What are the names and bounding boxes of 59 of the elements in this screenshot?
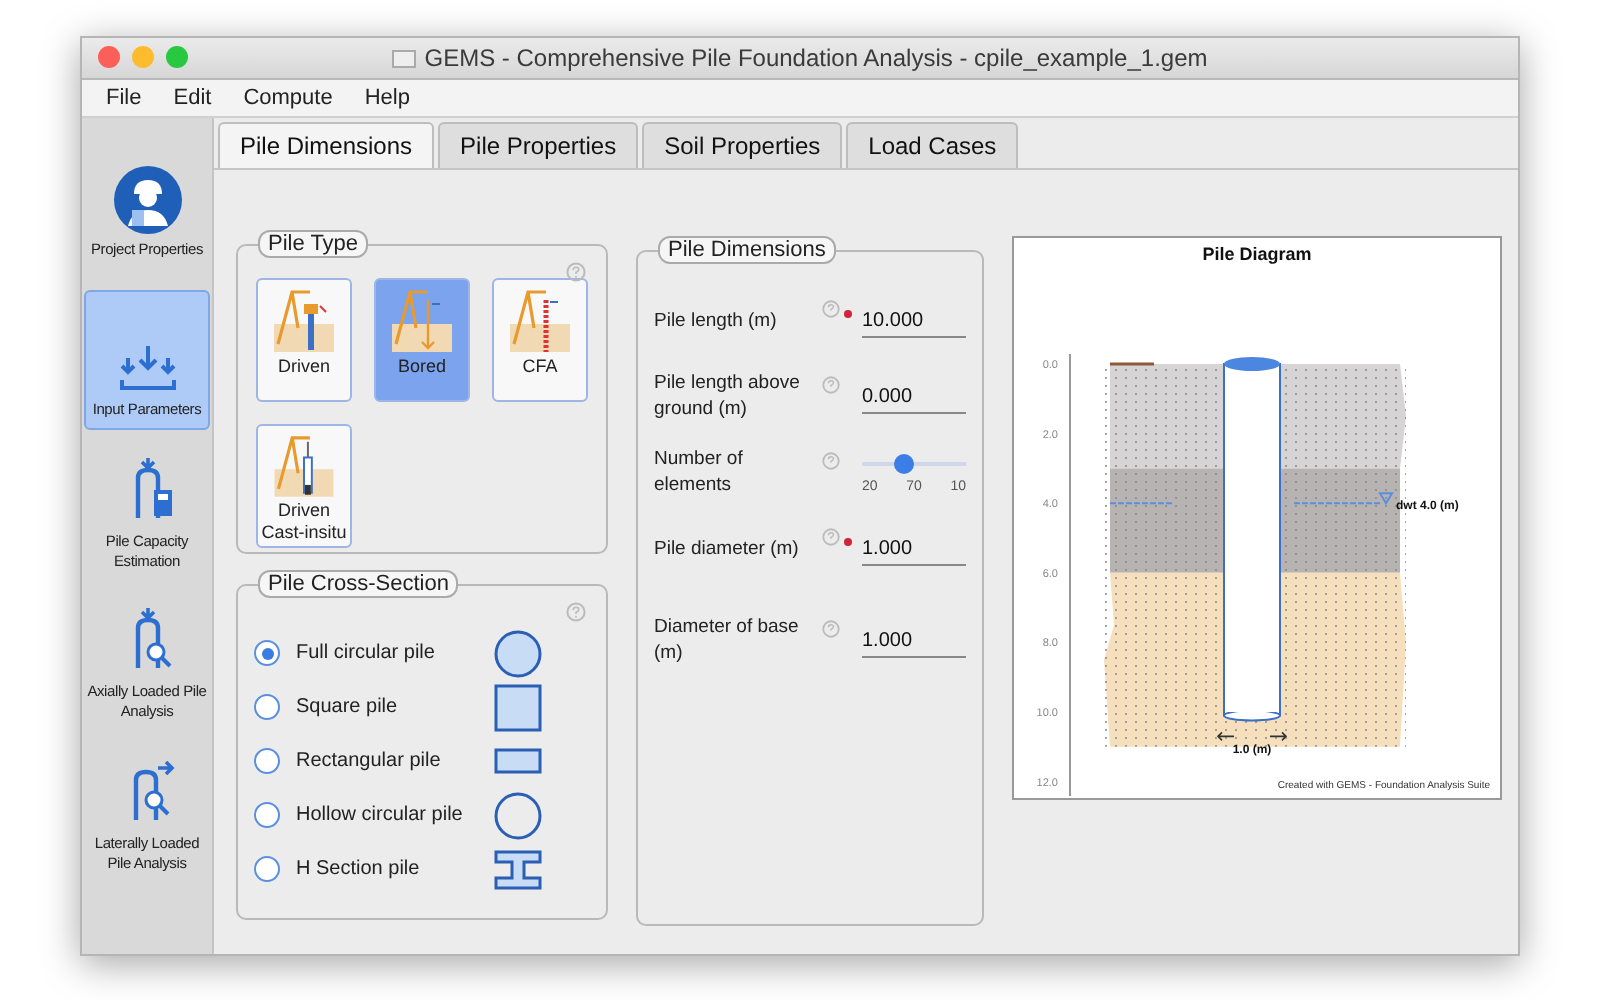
- menu-item[interactable]: File: [90, 86, 158, 110]
- help-icon[interactable]: [822, 528, 840, 546]
- radio-label: Rectangular pile: [296, 750, 443, 772]
- panel-title: Pile Dimensions: [658, 236, 836, 264]
- radio-button[interactable]: [254, 694, 280, 720]
- menu-item[interactable]: Edit: [157, 86, 228, 110]
- radio-label: Full circular pile: [296, 642, 437, 664]
- field-label: Pile length (m): [654, 309, 779, 335]
- help-icon[interactable]: [822, 452, 840, 470]
- rectangle-section-icon: [494, 748, 542, 774]
- pile-rig-icon: [506, 284, 574, 356]
- h-section-icon: [494, 849, 542, 889]
- radio-button[interactable]: [254, 748, 280, 774]
- help-icon[interactable]: [822, 376, 840, 394]
- radio-button[interactable]: [254, 640, 280, 666]
- input-field[interactable]: 10.000: [862, 306, 966, 338]
- radio-label: Hollow circular pile: [296, 804, 465, 826]
- ring-section-icon: [494, 791, 542, 839]
- pile-type-button[interactable]: Driven Cast-insitu: [256, 424, 352, 548]
- radio-button[interactable]: [254, 802, 280, 828]
- menu-item[interactable]: Compute: [227, 86, 349, 110]
- minimize-button[interactable]: [132, 46, 154, 68]
- field-label: Diameter of base (m): [654, 616, 801, 668]
- input-field[interactable]: 1.000: [862, 626, 966, 658]
- menu-item[interactable]: Help: [348, 86, 426, 110]
- pile-rig-icon: [270, 430, 338, 501]
- pile-type-button[interactable]: Driven: [256, 278, 352, 402]
- pile-rig-icon: [270, 284, 338, 356]
- help-icon[interactable]: [566, 602, 586, 622]
- panel-title: Pile Cross-Section: [258, 570, 459, 598]
- field-label: Pile length above ground (m): [654, 372, 802, 424]
- help-icon[interactable]: [566, 262, 586, 282]
- circle-section-icon: [494, 629, 542, 677]
- worker-icon: [113, 166, 181, 234]
- input-field[interactable]: 0.000: [862, 382, 966, 414]
- pile-type-button[interactable]: Bored: [374, 278, 470, 402]
- close-button[interactable]: [98, 46, 120, 68]
- help-icon[interactable]: [822, 300, 840, 318]
- tab[interactable]: Pile Dimensions: [218, 122, 435, 168]
- tab[interactable]: Load Cases: [846, 122, 1019, 168]
- tab[interactable]: Pile Properties: [438, 122, 639, 168]
- slider-thumb[interactable]: [893, 454, 914, 474]
- input-field[interactable]: 1.000: [862, 534, 966, 566]
- radio-button[interactable]: [254, 856, 280, 882]
- diagram-title: Pile Diagram: [1202, 244, 1312, 264]
- field-label: Pile diameter (m): [654, 537, 801, 563]
- field-label: Number of elements: [654, 448, 745, 500]
- pile-type-button[interactable]: CFA: [492, 278, 588, 402]
- radio-label: Square pile: [296, 696, 400, 718]
- pile-rig-icon: [388, 284, 456, 356]
- window-title: GEMS - Comprehensive Pile Foundation Analysis - cpile_example_1.gem: [424, 44, 1208, 72]
- download-tray-icon: [117, 342, 177, 394]
- help-icon[interactable]: [822, 620, 840, 638]
- zoom-button[interactable]: [166, 46, 188, 68]
- tab[interactable]: Soil Properties: [642, 122, 843, 168]
- document-icon: [392, 49, 417, 67]
- radio-label: H Section pile: [296, 858, 422, 880]
- panel-title: Pile Type: [258, 230, 369, 258]
- square-section-icon: [494, 683, 542, 731]
